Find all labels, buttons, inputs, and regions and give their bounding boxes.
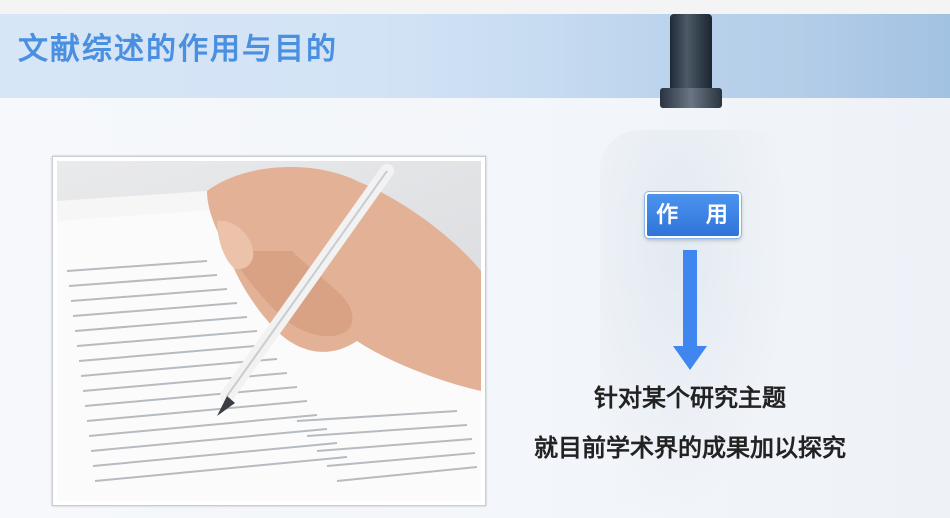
- hand-writing-on-paper-image: [57, 161, 481, 501]
- top-strip: [0, 0, 950, 14]
- background-sleeve: [560, 14, 950, 98]
- arrow-down-head-icon: [673, 346, 707, 370]
- photo-frame: [52, 156, 486, 506]
- arrow-down-icon: [683, 250, 697, 350]
- microscope-tube-icon: [670, 14, 712, 94]
- slide-title: 文献综述的作用与目的: [18, 32, 338, 67]
- function-badge: 作 用: [645, 192, 741, 238]
- description-line-1: 针对某个研究主题: [594, 384, 786, 412]
- microscope-lens-icon: [660, 88, 722, 108]
- description-line-2: 就目前学术界的成果加以探究: [534, 434, 846, 462]
